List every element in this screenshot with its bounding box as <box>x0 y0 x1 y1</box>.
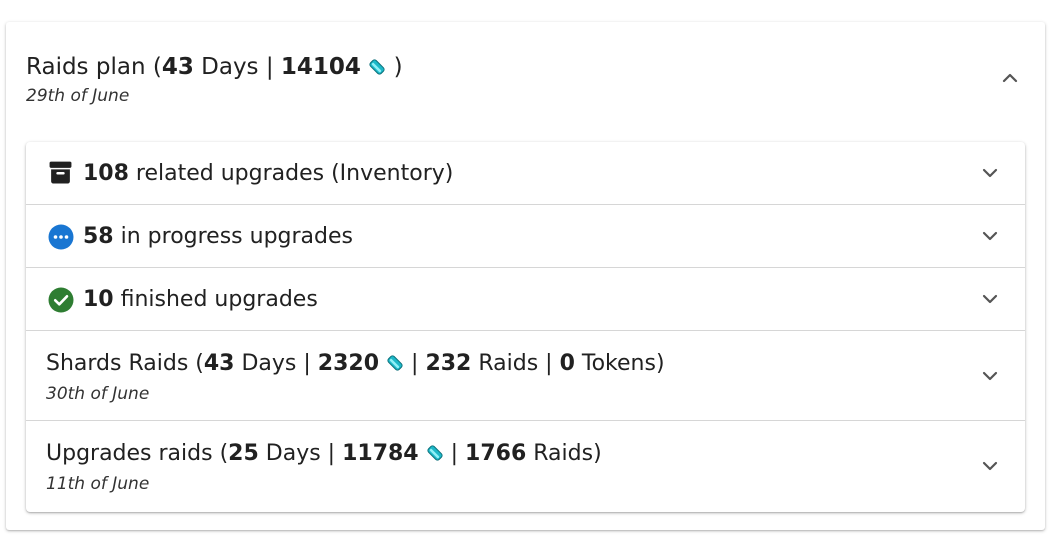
chevron-down-icon[interactable] <box>980 366 1000 386</box>
shards-raids-raids: 232 <box>425 351 472 376</box>
shards-raids-row[interactable]: Shards Raids (43 Days | 2320 | 232 Raids… <box>26 331 1025 421</box>
shards-raids-tokens-word: Tokens) <box>574 351 665 376</box>
shards-raids-prefix: Shards Raids ( <box>46 351 204 376</box>
in-progress-upgrades-text: 58 in progress upgrades <box>83 222 353 252</box>
energy-crystal-icon <box>387 355 403 371</box>
upgrades-raids-raids-word: Raids) <box>526 441 602 466</box>
shards-raids-date: 30th of June <box>46 384 150 404</box>
inventory-upgrades-label: related upgrades (Inventory) <box>128 161 454 186</box>
archive-icon <box>49 161 72 184</box>
upgrades-raids-energy: 11784 <box>342 441 419 466</box>
chevron-down-icon[interactable] <box>980 456 1000 476</box>
shards-raids-energy: 2320 <box>317 351 380 376</box>
raids-plan-days: 43 <box>161 54 194 80</box>
in-progress-upgrades-row[interactable]: 58 in progress upgrades <box>26 205 1025 268</box>
chevron-up-icon[interactable] <box>1000 68 1020 88</box>
check-circle-icon <box>48 287 74 313</box>
upgrades-raids-prefix: Upgrades raids ( <box>46 441 229 466</box>
raids-plan-details-list: 108 related upgrades (Inventory) 58 in p… <box>26 142 1025 512</box>
chevron-down-icon[interactable] <box>980 226 1000 246</box>
in-progress-upgrades-count: 58 <box>83 224 114 249</box>
raids-plan-card: Raids plan (43 Days | 14104 ) 29th of Ju… <box>6 22 1045 530</box>
upgrades-raids-raids: 1766 <box>465 441 527 466</box>
raids-plan-title-suffix: ) <box>386 54 403 80</box>
shards-raids-days-word: Days | <box>234 351 318 376</box>
raids-plan-energy: 14104 <box>280 54 361 80</box>
inventory-upgrades-text: 108 related upgrades (Inventory) <box>83 159 453 189</box>
finished-upgrades-text: 10 finished upgrades <box>83 285 318 315</box>
raids-plan-date: 29th of June <box>26 86 130 106</box>
finished-upgrades-row[interactable]: 10 finished upgrades <box>26 268 1025 331</box>
upgrades-raids-date: 11th of June <box>46 474 150 494</box>
upgrades-raids-days: 25 <box>228 441 259 466</box>
shards-raids-tokens: 0 <box>559 351 575 376</box>
inventory-upgrades-row[interactable]: 108 related upgrades (Inventory) <box>26 142 1025 205</box>
raids-plan-days-word: Days | <box>193 54 281 80</box>
shards-raids-days: 43 <box>203 351 235 376</box>
finished-upgrades-count: 10 <box>83 287 114 312</box>
raids-plan-accordion-header[interactable]: Raids plan (43 Days | 14104 ) 29th of Ju… <box>6 22 1045 140</box>
upgrades-raids-sep: | <box>443 441 466 466</box>
chevron-down-icon[interactable] <box>980 163 1000 183</box>
shards-raids-title: Shards Raids (43 Days | 2320 | 232 Raids… <box>46 349 665 379</box>
shards-raids-raids-word: Raids | <box>471 351 560 376</box>
upgrades-raids-title: Upgrades raids (25 Days | 11784 | 1766 R… <box>46 439 602 469</box>
chevron-down-icon[interactable] <box>980 289 1000 309</box>
raids-plan-title-prefix: Raids plan ( <box>26 54 162 80</box>
upgrades-raids-row[interactable]: Upgrades raids (25 Days | 11784 | 1766 R… <box>26 421 1025 512</box>
finished-upgrades-label: finished upgrades <box>113 287 318 312</box>
more-horizontal-circle-icon <box>48 224 74 250</box>
inventory-upgrades-count: 108 <box>83 161 129 186</box>
energy-crystal-icon <box>427 445 443 461</box>
upgrades-raids-days-word: Days | <box>258 441 343 466</box>
shards-raids-sep: | <box>404 351 426 376</box>
energy-crystal-icon <box>369 59 385 75</box>
raids-plan-title: Raids plan (43 Days | 14104 ) <box>26 52 403 82</box>
in-progress-upgrades-label: in progress upgrades <box>113 224 353 249</box>
